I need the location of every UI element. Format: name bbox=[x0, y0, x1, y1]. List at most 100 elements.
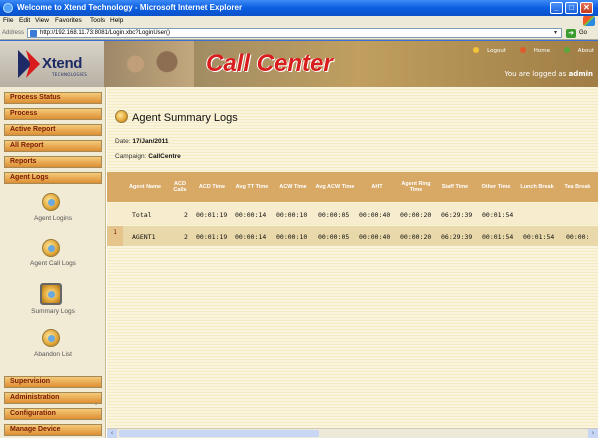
table-cell: 00:00:14 bbox=[235, 233, 267, 241]
table-cell: 2 bbox=[184, 233, 188, 241]
main-content: Agent Summary Logs Date: 17/Jan/2011 Cam… bbox=[107, 87, 598, 428]
address-label: Address bbox=[2, 30, 25, 36]
window-title: Welcome to Xtend Technology - Microsoft … bbox=[17, 3, 243, 12]
logged-in-user: admin bbox=[568, 70, 593, 78]
home-icon bbox=[519, 47, 526, 53]
brand-name: Xtend bbox=[42, 55, 83, 72]
table-cell: 00:01:54 bbox=[482, 211, 514, 219]
web-page: Xtend TECHNOLOGIES Call Center Logout Ho… bbox=[0, 41, 598, 438]
nav-configuration[interactable]: Configuration bbox=[4, 408, 102, 420]
logo-arrows-icon bbox=[18, 50, 40, 78]
app-title: Call Center bbox=[206, 50, 333, 77]
sub-summary-logs[interactable]: Summary Logs bbox=[4, 308, 102, 315]
table-cell: 00:00:05 bbox=[318, 233, 350, 241]
menu-edit[interactable]: Edit bbox=[19, 17, 30, 24]
nav-process-status[interactable]: Process Status bbox=[4, 92, 102, 104]
minimize-button[interactable]: _ bbox=[550, 2, 563, 14]
scroll-right-icon[interactable]: › bbox=[588, 429, 598, 438]
site-header: Xtend TECHNOLOGIES Call Center Logout Ho… bbox=[0, 41, 598, 87]
table-cell: 06:29:39 bbox=[441, 211, 473, 219]
table-cell: 00:00:20 bbox=[400, 211, 432, 219]
table-row[interactable]: 1 AGENT1 2 00:01:19 00:00:14 00:00:10 00… bbox=[107, 226, 598, 246]
agent-logins-icon[interactable] bbox=[42, 193, 60, 211]
horizontal-scrollbar[interactable]: ‹ › bbox=[107, 428, 598, 438]
column-header[interactable]: Other Time bbox=[475, 172, 517, 202]
menu-tools[interactable]: Tools bbox=[90, 17, 105, 24]
column-header[interactable]: ACD Calls bbox=[167, 172, 193, 202]
menu-file[interactable]: File bbox=[3, 17, 13, 24]
table-cell: 00:00:10 bbox=[276, 211, 308, 219]
table-row[interactable]: Total 2 00:01:19 00:00:14 00:00:10 00:00… bbox=[107, 204, 598, 224]
menu-help[interactable]: Help bbox=[110, 17, 123, 24]
nav-reports[interactable]: Reports bbox=[4, 156, 102, 168]
row-number: 1 bbox=[107, 226, 123, 246]
page-icon bbox=[30, 30, 37, 37]
table-cell: 00:00:05 bbox=[318, 211, 350, 219]
table-cell: 00:01:54 bbox=[523, 233, 555, 241]
page-title: Agent Summary Logs bbox=[132, 112, 238, 124]
sidebar: Process Status Process Active Report All… bbox=[0, 87, 106, 438]
xtend-logo: Xtend TECHNOLOGIES bbox=[0, 41, 104, 87]
address-input[interactable]: http://192.168.11.73:8081/Login.xbc?Logi… bbox=[27, 28, 562, 38]
go-button[interactable]: Go bbox=[579, 30, 587, 36]
about-link[interactable]: About bbox=[558, 47, 594, 54]
table-cell: 00:00:10 bbox=[276, 233, 308, 241]
table-cell: 00:00:20 bbox=[400, 233, 432, 241]
column-header[interactable]: Avg TT Time bbox=[231, 172, 273, 202]
sub-abandon-list[interactable]: Abandon List bbox=[4, 351, 102, 358]
campaign-value: CallCentre bbox=[148, 153, 181, 160]
close-button[interactable]: ✕ bbox=[580, 2, 593, 14]
scroll-thumb[interactable] bbox=[119, 430, 319, 437]
summary-logs-title-icon bbox=[115, 110, 128, 123]
logged-in-status: You are logged as admin bbox=[504, 70, 593, 78]
table-cell: 2 bbox=[184, 211, 188, 219]
maximize-button[interactable]: □ bbox=[565, 2, 578, 14]
go-arrow-icon[interactable]: ➜ bbox=[566, 29, 576, 38]
nav-manage-device[interactable]: Manage Device bbox=[4, 424, 102, 436]
address-url: http://192.168.11.73:8081/Login.xbc?Logi… bbox=[40, 30, 170, 36]
column-header[interactable]: ACD Time bbox=[193, 172, 231, 202]
date-value: 17/Jan/2011 bbox=[132, 138, 169, 145]
agent-call-logs-icon[interactable] bbox=[42, 239, 60, 257]
nav-administration[interactable]: Administration bbox=[4, 392, 102, 404]
logout-icon bbox=[473, 47, 480, 53]
abandon-list-icon[interactable] bbox=[42, 329, 60, 347]
table-cell: 00:00:40 bbox=[359, 233, 391, 241]
summary-logs-icon[interactable] bbox=[40, 283, 62, 305]
column-header[interactable]: ACW Time bbox=[273, 172, 313, 202]
table-cell: 00:01:54 bbox=[482, 233, 514, 241]
scroll-left-icon[interactable]: ‹ bbox=[107, 429, 117, 438]
table-cell: Total bbox=[132, 211, 152, 219]
column-header[interactable]: Lunch Break bbox=[517, 172, 557, 202]
column-header[interactable]: Agent Ring Time bbox=[397, 172, 435, 202]
home-link[interactable]: Home bbox=[514, 47, 550, 54]
column-header[interactable]: Agent Name bbox=[123, 172, 167, 202]
table-cell: AGENT1 bbox=[132, 233, 156, 241]
menu-favorites[interactable]: Favorites bbox=[55, 17, 82, 24]
top-links: Logout Home About bbox=[461, 47, 594, 54]
sub-agent-logins[interactable]: Agent Logins bbox=[4, 215, 102, 222]
column-header[interactable]: Avg ACW Time bbox=[313, 172, 357, 202]
column-header[interactable]: Staff Time bbox=[435, 172, 475, 202]
menu-bar: File Edit View Favorites Tools Help bbox=[0, 16, 598, 27]
nav-process[interactable]: Process bbox=[4, 108, 102, 120]
table-cell: 06:29:39 bbox=[441, 233, 473, 241]
sub-agent-call-logs[interactable]: Agent Call Logs bbox=[4, 260, 102, 267]
nav-agent-logs[interactable]: Agent Logs bbox=[4, 172, 102, 184]
column-header[interactable]: Tea Break bbox=[557, 172, 598, 202]
nav-active-report[interactable]: Active Report bbox=[4, 124, 102, 136]
logout-link[interactable]: Logout bbox=[467, 47, 506, 54]
windows-logo-icon bbox=[583, 16, 595, 26]
campaign-info: Campaign: CallCentre bbox=[115, 153, 181, 160]
table-cell: 00:00:40 bbox=[359, 211, 391, 219]
address-bar: Address http://192.168.11.73:8081/Login.… bbox=[0, 27, 598, 40]
window-titlebar: Welcome to Xtend Technology - Microsoft … bbox=[0, 0, 598, 16]
call-center-photo bbox=[104, 41, 194, 87]
internet-explorer-icon bbox=[3, 3, 13, 13]
table-cell: 00:01:19 bbox=[196, 233, 228, 241]
nav-supervision[interactable]: Supervision bbox=[4, 376, 102, 388]
column-header[interactable]: AHT bbox=[357, 172, 397, 202]
nav-all-report[interactable]: All Report bbox=[4, 140, 102, 152]
menu-view[interactable]: View bbox=[35, 17, 49, 24]
address-dropdown-icon[interactable]: ▾ bbox=[551, 29, 560, 37]
